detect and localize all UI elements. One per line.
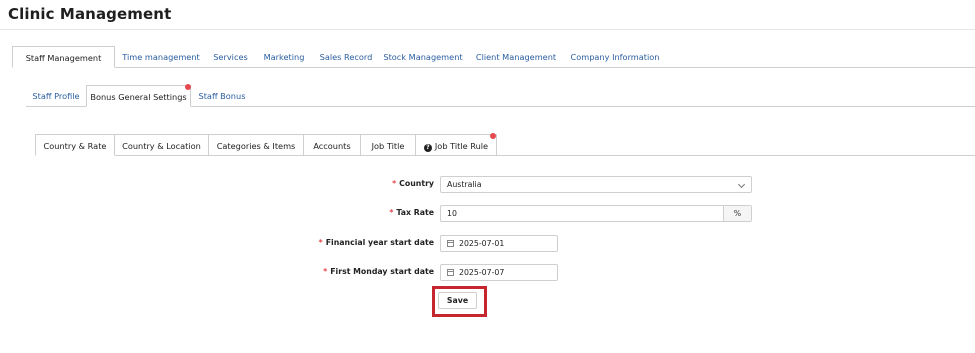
main-tab-bar: Staff Management Time management Service… <box>12 46 975 68</box>
label-text: Country <box>399 179 434 188</box>
tab-label: Staff Profile <box>32 91 80 101</box>
tab-client-management[interactable]: Client Management <box>475 46 557 68</box>
calendar-icon <box>447 240 454 247</box>
sub-tab-bar: Staff Profile Bonus General Settings Sta… <box>26 84 975 107</box>
country-value: Australia <box>447 180 482 189</box>
tab-country-location[interactable]: Country & Location <box>114 134 209 156</box>
financial-year-date-input[interactable]: 2025-07-01 <box>440 235 558 252</box>
required-marker: * <box>392 179 397 188</box>
tab-categories-items[interactable]: Categories & Items <box>208 134 304 156</box>
tax-rate-label: * Tax Rate <box>389 208 434 217</box>
percent-addon: % <box>723 206 751 221</box>
tab-staff-profile[interactable]: Staff Profile <box>26 85 86 107</box>
required-marker: * <box>323 267 328 276</box>
tab-stock-management[interactable]: Stock Management <box>382 46 464 68</box>
tab-label: Country & Location <box>122 141 201 151</box>
tab-label: Job Title <box>371 141 405 151</box>
label-text: Financial year start date <box>325 238 434 247</box>
calendar-icon <box>447 269 454 276</box>
financial-year-label: * Financial year start date <box>319 238 434 247</box>
tab-sales-record[interactable]: Sales Record <box>316 46 376 68</box>
tab-marketing[interactable]: Marketing <box>258 46 310 68</box>
country-label: * Country <box>392 179 434 188</box>
first-monday-label: * First Monday start date <box>323 267 434 276</box>
first-monday-date-input[interactable]: 2025-07-07 <box>440 264 558 281</box>
country-select[interactable]: Australia <box>440 176 752 193</box>
tab-label: Stock Management <box>383 52 463 62</box>
tab-label: Accounts <box>313 141 351 151</box>
tab-label: Job Title Rule <box>434 141 489 151</box>
page-title: Clinic Management <box>8 5 172 23</box>
tax-rate-input[interactable]: 10 % <box>440 205 752 222</box>
tab-label: Categories & Items <box>216 141 296 151</box>
tab-label: Time management <box>122 52 200 62</box>
question-circle-icon: ? <box>423 144 432 152</box>
tab-label: Sales Record <box>319 52 373 62</box>
tab-staff-management[interactable]: Staff Management <box>12 46 115 68</box>
save-button[interactable]: Save <box>438 292 477 309</box>
tab-label: Staff Management <box>25 53 102 63</box>
label-text: First Monday start date <box>330 267 434 276</box>
notification-badge <box>185 84 191 90</box>
tab-services[interactable]: Services <box>208 46 253 68</box>
tab-company-information[interactable]: Company Information <box>569 46 661 68</box>
date-value: 2025-07-01 <box>459 239 505 248</box>
tab-job-title-rule[interactable]: ? Job Title Rule <box>415 134 497 156</box>
notification-badge <box>490 133 496 139</box>
date-value: 2025-07-07 <box>459 268 505 277</box>
tab-label: Staff Bonus <box>198 91 246 101</box>
tab-country-rate[interactable]: Country & Rate <box>35 134 115 156</box>
tab-staff-bonus[interactable]: Staff Bonus <box>194 85 250 107</box>
label-text: Tax Rate <box>396 208 434 217</box>
tab-job-title[interactable]: Job Title <box>360 134 416 156</box>
tab-label: Client Management <box>475 52 557 62</box>
tab-time-management[interactable]: Time management <box>118 46 204 68</box>
title-divider <box>0 29 975 30</box>
required-marker: * <box>389 208 394 217</box>
settings-tab-bar: Country & Rate Country & Location Catego… <box>35 133 975 156</box>
tab-label: Company Information <box>570 52 660 62</box>
tab-accounts[interactable]: Accounts <box>303 134 361 156</box>
tab-label: Bonus General Settings <box>90 92 187 102</box>
tab-label: Country & Rate <box>43 141 107 151</box>
tab-label: Services <box>213 52 248 62</box>
chevron-down-icon <box>737 180 746 189</box>
tab-bonus-general-settings[interactable]: Bonus General Settings <box>86 85 191 107</box>
required-marker: * <box>318 238 323 247</box>
tax-rate-value: 10 <box>447 209 457 218</box>
tab-label: Marketing <box>263 52 305 62</box>
